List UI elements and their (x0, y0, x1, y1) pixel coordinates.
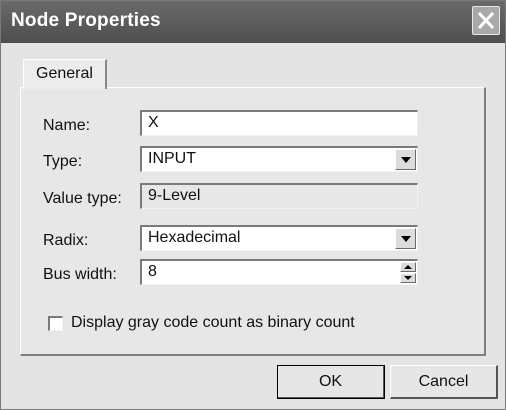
gray-code-checkbox[interactable] (48, 316, 63, 331)
chevron-down-icon[interactable] (395, 228, 416, 249)
node-properties-dialog: Node Properties General Name: X Type: IN… (0, 0, 506, 410)
tab-general[interactable]: General (23, 59, 107, 89)
radix-select[interactable]: Hexadecimal (140, 225, 418, 251)
name-value: X (148, 114, 159, 131)
tab-general-label: General (36, 65, 93, 82)
type-select[interactable]: INPUT (140, 146, 418, 172)
spinner-buttons (400, 262, 416, 283)
close-icon (477, 11, 495, 30)
chevron-down-icon[interactable] (395, 149, 416, 170)
type-value: INPUT (148, 150, 196, 167)
bus-width-value: 8 (148, 263, 157, 280)
bus-width-label: Bus width: (43, 266, 117, 283)
bus-width-spinner[interactable]: 8 (140, 259, 418, 285)
value-type-value: 9-Level (148, 187, 201, 204)
close-button[interactable] (472, 6, 500, 35)
type-label: Type: (43, 153, 83, 170)
dialog-title: Node Properties (11, 10, 161, 31)
value-type-field: 9-Level (140, 183, 418, 209)
spin-down-icon[interactable] (400, 273, 416, 283)
radix-label: Radix: (43, 232, 89, 249)
radix-value: Hexadecimal (148, 229, 241, 246)
name-input[interactable]: X (140, 110, 418, 136)
spin-up-icon[interactable] (400, 262, 416, 272)
gray-code-label[interactable]: Display gray code count as binary count (71, 314, 355, 332)
name-label: Name: (43, 117, 91, 134)
title-bar: Node Properties (1, 1, 505, 43)
cancel-button[interactable]: Cancel (390, 365, 498, 399)
ok-button[interactable]: OK (277, 365, 385, 399)
value-type-label: Value type: (43, 190, 122, 207)
